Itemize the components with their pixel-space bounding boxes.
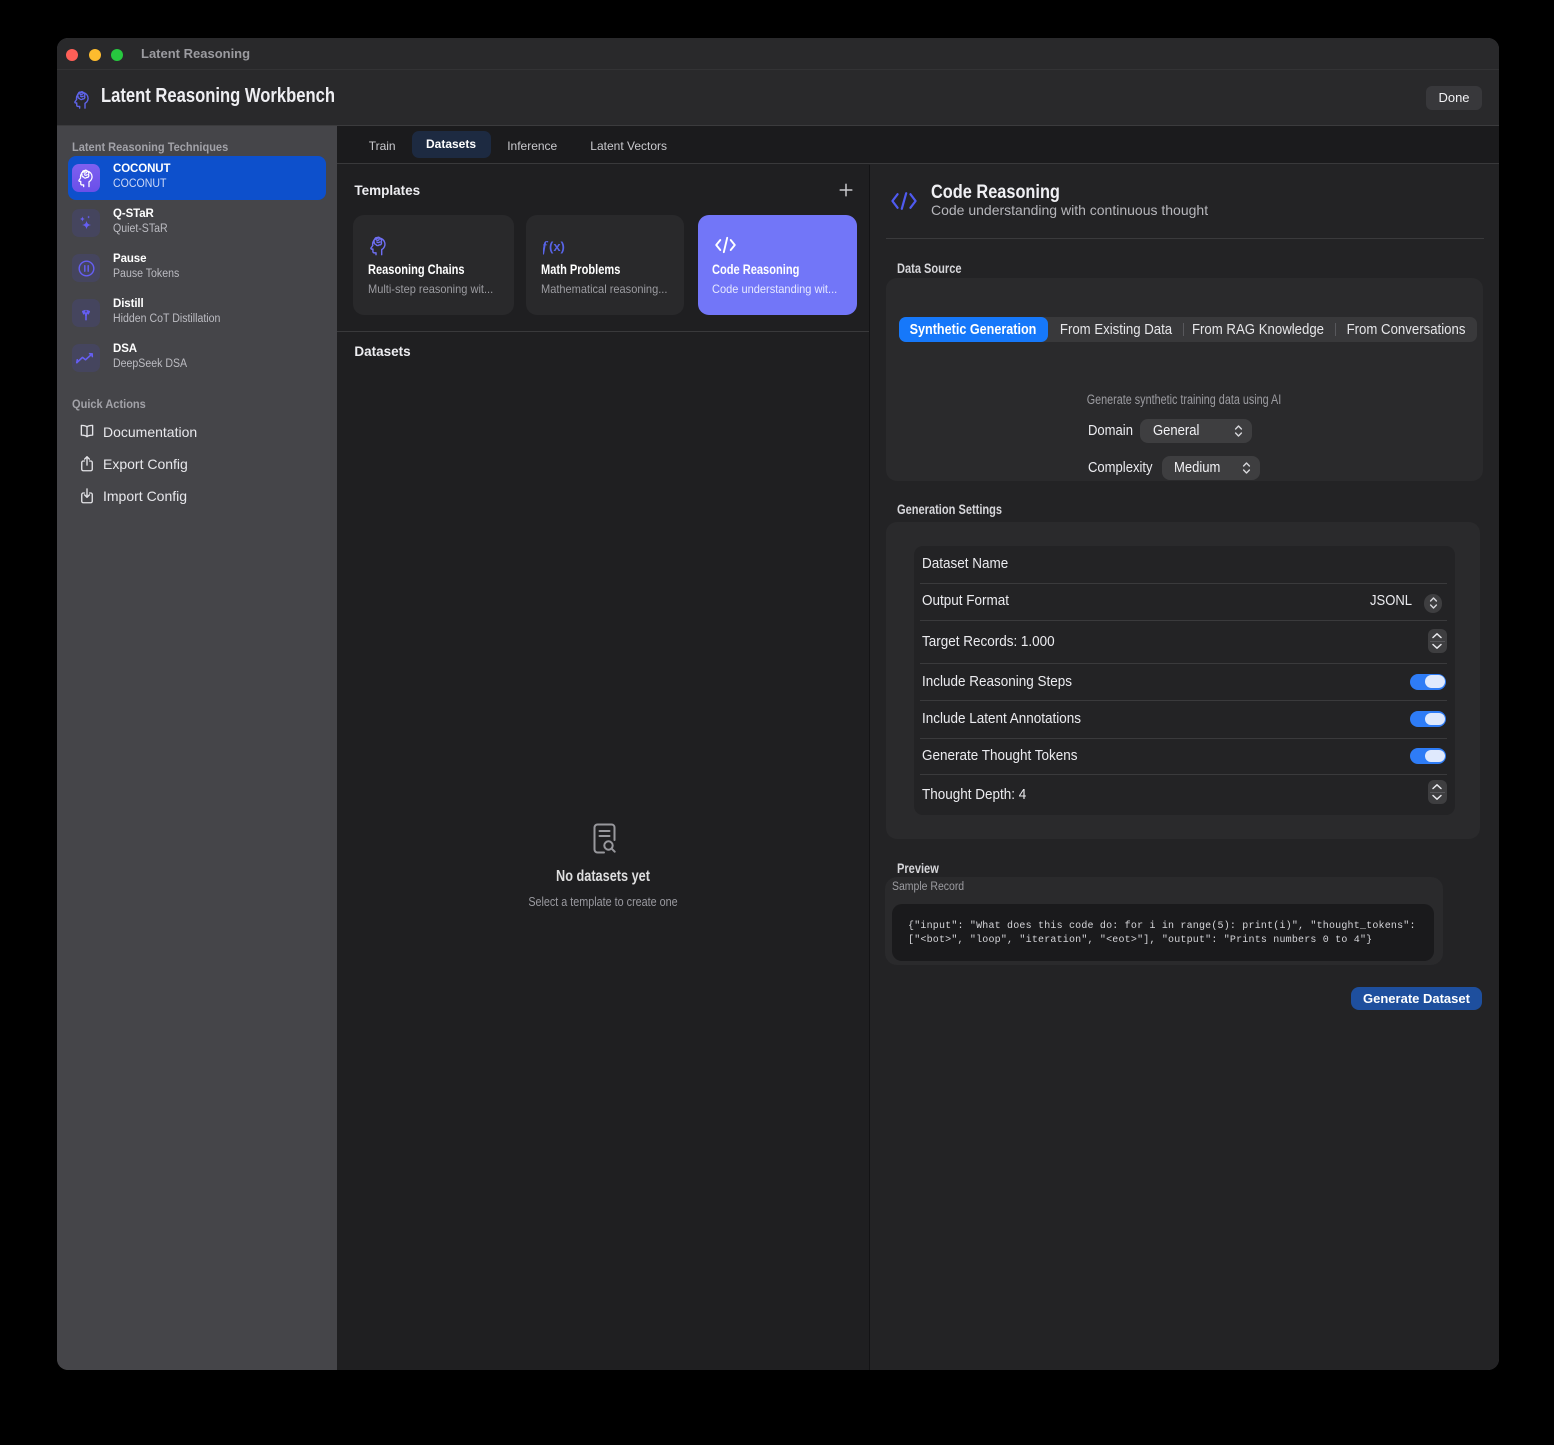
svg-text:(x): (x)	[549, 239, 565, 254]
